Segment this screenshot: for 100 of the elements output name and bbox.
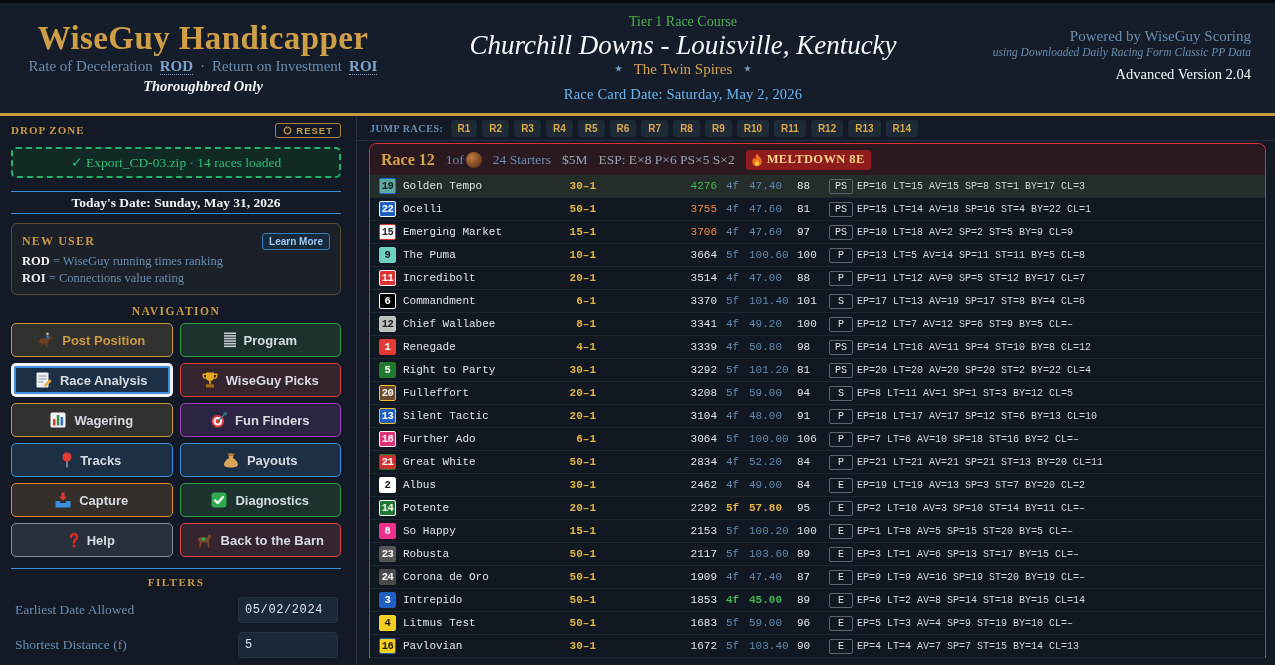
panel-heading: NEW USER: [22, 233, 96, 249]
race-time: 101.40: [749, 295, 790, 307]
rating-score: 3292: [689, 364, 717, 376]
post-number: 18: [379, 431, 396, 447]
horse-row[interactable]: 5 Right to Party 30–1 3292 5f 101.20 81 PS EP=20 LT=20 AV=20 SP=20 ST=2 BY=22 CL=4: [370, 359, 1265, 382]
race-button[interactable]: R14: [885, 119, 918, 137]
rating-score: 3755: [689, 203, 717, 215]
rating-score: 2153: [689, 525, 717, 537]
horse-row[interactable]: 3 Intrepido 50–1 1853 4f 45.00 89 E EP=6 LT=2 AV=8 SP=14 ST=18 BY=15 CL=14: [370, 589, 1265, 612]
odds-value: 50–1: [568, 571, 596, 583]
run-style-tag: E: [829, 546, 853, 562]
nav-button[interactable]: Help: [11, 523, 173, 557]
horse-row[interactable]: 14 Potente 20–1 2292 5f 57.80 95 E EP=2 LT=10 AV=3 SP=10 ST=14 BY=11 CL=–: [370, 497, 1265, 520]
horse-name: Commandment: [403, 295, 477, 307]
race-time: 47.40: [749, 180, 783, 192]
flame-icon: [751, 152, 762, 167]
race-button[interactable]: R1: [450, 119, 478, 137]
race-button[interactable]: R6: [609, 119, 637, 137]
nav-button[interactable]: Race Analysis: [11, 363, 173, 397]
run-style-tag: PS: [829, 362, 853, 378]
distance-value: 5f: [725, 433, 741, 445]
rating-score: 3706: [689, 226, 717, 238]
horse-row[interactable]: 6 Commandment 6–1 3370 5f 101.40 101 S EP=17 LT=13 AV=19 SP=17 ST=8 BY=4 CL=6: [370, 290, 1265, 313]
race-title: Race 12: [381, 150, 435, 169]
odds-value: 50–1: [568, 594, 596, 606]
horse-rider-icon: [38, 332, 55, 348]
horse-row[interactable]: 11 Incredibolt 20–1 3514 4f 47.00 88 P EP=11 LT=12 AV=9 SP=5 ST=12 BY=17 CL=7: [370, 267, 1265, 290]
race-button[interactable]: R13: [848, 119, 881, 137]
speed-figure: 81: [797, 203, 812, 215]
race-button[interactable]: R12: [810, 119, 844, 137]
filter-input[interactable]: 05/02/2024: [238, 597, 338, 623]
bar-chart-icon: [50, 412, 67, 428]
distance-value: 5f: [725, 249, 741, 261]
run-style-tag: E: [829, 615, 853, 631]
race-button[interactable]: R2: [482, 119, 510, 137]
target-dart-icon: [211, 412, 228, 428]
rating-score: 3064: [689, 433, 717, 445]
race-button[interactable]: R11: [774, 119, 806, 137]
horse-row[interactable]: 2 Albus 30–1 2462 4f 49.00 84 E EP=19 LT=19 AV=13 SP=3 ST=7 BY=20 CL=2: [370, 474, 1265, 497]
horse-row[interactable]: 24 Corona de Oro 50–1 1909 4f 47.40 87 E EP=9 LT=9 AV=16 SP=19 ST=20 BY=19 CL=–: [370, 566, 1265, 589]
horse-row[interactable]: 23 Robusta 50–1 2117 5f 103.60 89 E EP=3 LT=1 AV=6 SP=13 ST=17 BY=15 CL=–: [370, 543, 1265, 566]
filter-input[interactable]: 5: [238, 632, 338, 658]
nav-button[interactable]: Capture: [11, 483, 173, 517]
race-button[interactable]: R8: [673, 119, 700, 137]
nav-button[interactable]: Fun Finders: [179, 403, 341, 437]
horse-row[interactable]: 20 Fulleffort 20–1 3208 5f 59.00 94 S EP=8 LT=11 AV=1 SP=1 ST=3 BY=12 CL=5: [370, 382, 1265, 405]
race-button[interactable]: R3: [514, 119, 541, 137]
check-box-icon: [211, 492, 228, 508]
odds-value: 20–1: [568, 387, 596, 399]
section-heading: DROP ZONE: [11, 124, 85, 136]
post-number: 9: [379, 247, 396, 263]
reset-button[interactable]: RESET: [275, 122, 341, 138]
nav-button[interactable]: Payouts: [179, 443, 341, 477]
horse-row[interactable]: 12 Chief Wallabee 8–1 3341 4f 49.20 100 P EP=12 LT=7 AV=12 SP=6 ST=9 BY=5 CL=–: [370, 313, 1265, 336]
distance-value: 4f: [725, 456, 741, 468]
horse-row[interactable]: 16 Pavlovian 30–1 1672 5f 103.40 90 E EP=4 LT=4 AV=7 SP=7 ST=15 BY=14 CL=13: [370, 635, 1265, 658]
horse-row[interactable]: 18 Further Ado 6–1 3064 5f 100.00 106 P EP=7 LT=6 AV=10 SP=18 ST=16 BY=2 CL=–: [370, 428, 1265, 451]
horse-row[interactable]: 15 Emerging Market 15–1 3706 4f 47.60 97 PS EP=10 LT=18 AV=2 SP=2 ST=5 BY=9 CL=9: [370, 221, 1265, 244]
race-time: 49.20: [749, 318, 783, 330]
race-button[interactable]: R4: [545, 119, 573, 137]
speed-figure: 88: [797, 180, 812, 192]
horse-row[interactable]: 1 Renegade 4–1 3339 4f 50.80 98 PS EP=14 LT=16 AV=11 SP=4 ST=10 BY=8 CL=12: [370, 336, 1265, 359]
horse-row[interactable]: 13 Silent Tactic 20–1 3104 4f 48.00 91 P EP=18 LT=17 AV=17 SP=12 ST=6 BY=13 CL=10: [370, 405, 1265, 428]
nav-button[interactable]: Tracks: [11, 443, 173, 477]
horse-row[interactable]: 8 So Happy 15–1 2153 5f 100.20 100 E EP=1 LT=8 AV=5 SP=15 ST=20 BY=5 CL=–: [370, 520, 1265, 543]
rating-score: 2292: [689, 502, 717, 514]
nav-button[interactable]: Post Position: [11, 323, 173, 357]
reset-icon: [283, 125, 293, 135]
rating-score: 3370: [689, 295, 717, 307]
nav-button[interactable]: Wagering: [11, 403, 173, 437]
tier-label: Tier 1 Race Course: [629, 13, 737, 30]
learn-more-button[interactable]: Learn More: [262, 232, 330, 250]
race-button[interactable]: R7: [641, 119, 669, 137]
run-style-tag: E: [829, 592, 853, 608]
question-mark-icon: [68, 532, 79, 548]
horse-row[interactable]: 22 Ocelli 50–1 3755 4f 47.60 81 PS EP=15 LT=14 AV=18 SP=16 ST=4 BY=22 CL=1: [370, 198, 1265, 221]
run-style-tag: PS: [829, 339, 853, 355]
odds-value: 20–1: [568, 502, 596, 514]
pace-stats: EP=7 LT=6 AV=10 SP=18 ST=16 BY=2 CL=–: [857, 433, 1081, 445]
odds-value: 10–1: [568, 249, 596, 261]
pace-stats: EP=12 LT=7 AV=12 SP=6 ST=9 BY=5 CL=–: [857, 318, 1075, 330]
speed-figure: 97: [797, 226, 812, 238]
nav-button[interactable]: WiseGuy Picks: [179, 363, 341, 397]
pace-stats: EP=17 LT=13 AV=19 SP=17 ST=8 BY=4 CL=6: [857, 295, 1087, 307]
nav-button[interactable]: Program: [179, 323, 341, 357]
horse-row[interactable]: 4 Litmus Test 50–1 1683 5f 59.00 96 E EP=5 LT=3 AV=4 SP=9 ST=19 BY=10 CL=–: [370, 612, 1265, 635]
drop-zone[interactable]: ✓ Export_CD-03.zip · 14 races loaded: [11, 147, 341, 178]
nav-button[interactable]: Diagnostics: [179, 483, 341, 517]
run-style-tag: PS: [829, 201, 853, 217]
horse-row[interactable]: 9 The Puma 10–1 3664 5f 100.60 100 P EP=13 LT=5 AV=14 SP=11 ST=11 BY=5 CL=8: [370, 244, 1265, 267]
race-button[interactable]: R5: [577, 119, 605, 137]
horse-row[interactable]: 19 Golden Tempo 30–1 4276 4f 47.40 88 PS EP=16 LT=15 AV=15 SP=8 ST=1 BY=17 CL=3: [370, 175, 1265, 198]
run-style-tag: P: [829, 270, 853, 286]
pace-stats: EP=15 LT=14 AV=18 SP=16 ST=4 BY=22 CL=1: [857, 203, 1093, 215]
race-button[interactable]: R9: [704, 119, 732, 137]
nav-button[interactable]: Back to the Barn: [179, 523, 341, 557]
horse-row[interactable]: 21 Great White 50–1 2834 4f 52.20 84 P EP=21 LT=21 AV=21 SP=21 ST=13 BY=20 CL=11: [370, 451, 1265, 474]
race-button[interactable]: R10: [736, 119, 770, 137]
run-style-tag: E: [829, 569, 853, 585]
race-time: 59.00: [749, 617, 783, 629]
